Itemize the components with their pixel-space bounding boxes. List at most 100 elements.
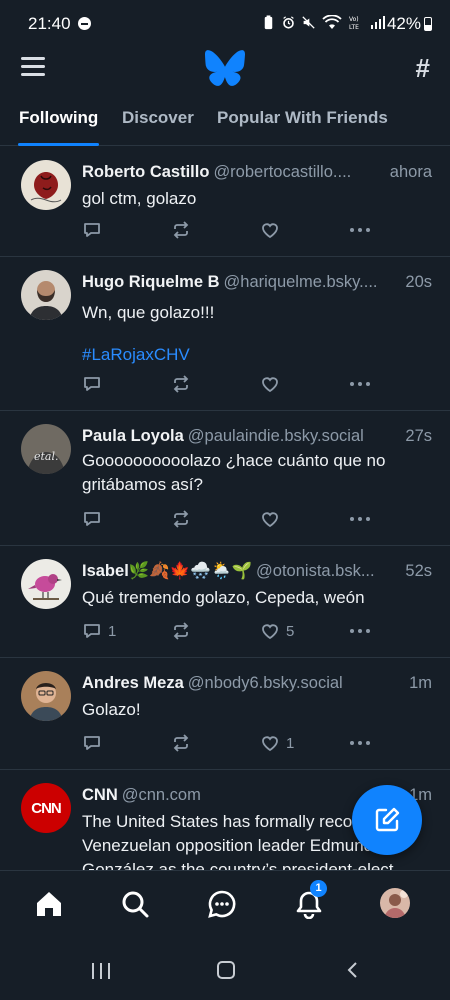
repost-button[interactable] [171,374,191,394]
reply-button[interactable] [82,733,102,753]
reply-count: 1 [108,622,117,640]
author-name[interactable]: Roberto Castillo [82,163,209,181]
cnn-logo-text: CNN [31,799,61,817]
hash-icon[interactable]: # [416,53,430,84]
post-actions [82,509,382,529]
like-count: 1 [286,734,295,752]
post-item[interactable]: Roberto Castillo @robertocastillo.... aho… [0,147,450,257]
author-handle[interactable]: @hariquelme.bsky.... [224,273,378,291]
like-count: 5 [286,622,295,640]
notification-badge: 1 [310,880,327,897]
home-button-icon[interactable] [217,961,235,979]
wifi-icon [322,15,342,29]
post-item[interactable]: Hugo Riquelme B @hariquelme.bsky.... 20s … [0,257,450,411]
post-header: Andres Meza @nbody6.bsky.social 1m [82,674,432,696]
author-name[interactable]: Hugo Riquelme B [82,273,220,291]
post-item[interactable]: Andres Meza @nbody6.bsky.social 1m Golazo… [0,658,450,770]
repost-button[interactable] [171,509,191,529]
app-screen: 21:40 Vo) LTE 42% # Following Discover Po… [0,0,450,1000]
reply-icon [84,377,100,391]
post-header: Paula Loyola @paulaindie.bsky.social 27s [82,427,432,449]
post-item[interactable]: etal. Paula Loyola @paulaindie.bsky.socia… [0,411,450,546]
battery-icon [424,17,432,31]
like-button[interactable]: 5 [260,621,294,641]
repost-icon [173,734,189,752]
author-handle[interactable]: @nbody6.bsky.social [188,674,343,692]
post-feed[interactable]: Roberto Castillo @robertocastillo.... aho… [0,147,450,870]
author-handle[interactable]: @paulaindie.bsky.social [188,427,364,445]
author-handle[interactable]: @cnn.com [122,786,201,804]
home-icon[interactable] [34,889,64,919]
more-options-button[interactable] [349,509,371,529]
compose-button[interactable] [352,785,422,855]
heart-icon [262,624,278,640]
post-text: gol ctm, golazo [82,189,197,208]
author-handle[interactable]: @robertocastillo.... [213,163,351,181]
reply-icon [84,736,100,750]
avatar[interactable]: etal. [21,424,71,474]
heart-icon [262,512,278,528]
avatar[interactable] [21,270,71,320]
author-name[interactable]: Paula Loyola [82,427,184,445]
reply-button[interactable] [82,220,102,240]
post-time: ahora [383,163,432,182]
hamburger-menu-icon[interactable] [21,57,45,77]
back-icon[interactable] [343,960,363,980]
tab-following[interactable]: Following [19,108,98,128]
reply-icon [84,624,100,638]
svg-text:Vo): Vo) [349,16,359,23]
post-header: Isabel🌿🍂🍁🌨️🌦️🌱 @otonista.bsk... 52s [82,562,432,584]
like-button[interactable]: 1 [260,733,294,753]
svg-text:etal.: etal. [34,450,59,463]
like-button[interactable] [260,374,280,394]
reply-button[interactable] [82,374,102,394]
post-actions: 1 5 [82,621,382,641]
battery-indicator: 42% [387,14,432,34]
avatar[interactable] [21,671,71,721]
feed-tabs: Following Discover Popular With Friends [0,104,450,146]
like-button[interactable] [260,220,280,240]
author-handle[interactable]: @otonista.bsk... [256,562,375,580]
more-options-button[interactable] [349,374,371,394]
reply-button[interactable] [82,509,102,529]
tab-discover[interactable]: Discover [122,108,194,128]
ellipsis-icon [350,228,370,232]
reply-button[interactable]: 1 [82,621,116,641]
avatar[interactable] [21,559,71,609]
post-text: Wn, que golazo!!! [82,303,215,322]
more-options-button[interactable] [349,733,371,753]
author-name[interactable]: Andres Meza [82,674,184,692]
post-item[interactable]: Isabel🌿🍂🍁🌨️🌦️🌱 @otonista.bsk... 52s Qué t… [0,546,450,658]
post-text: Qué tremendo golazo, Cepeda, weón [82,588,365,607]
post-actions [82,374,382,394]
repost-icon [173,375,189,393]
avatar[interactable]: CNN [21,783,71,833]
avatar[interactable] [21,160,71,210]
post-time: 20s [399,273,432,292]
heart-icon [262,377,278,393]
repost-button[interactable] [171,733,191,753]
search-icon[interactable] [120,889,150,919]
chat-icon[interactable] [207,889,237,919]
post-actions [82,220,382,240]
repost-button[interactable] [171,220,191,240]
tab-popular-with-friends[interactable]: Popular With Friends [217,108,388,128]
recent-apps-icon[interactable] [92,963,110,979]
post-header: Hugo Riquelme B @hariquelme.bsky.... 20s [82,273,432,295]
post-text: Golazo! [82,700,141,719]
status-time: 21:40 [28,14,71,33]
ellipsis-icon [350,629,370,633]
repost-button[interactable] [171,621,191,641]
post-time: 1m [403,674,432,693]
signal-icon [371,16,385,29]
more-options-button[interactable] [349,220,371,240]
volte-icon: Vo)LTE [349,16,359,30]
like-button[interactable] [260,509,280,529]
profile-avatar[interactable] [380,888,410,918]
post-hashtag-link[interactable]: #LaRojaxCHV [82,343,432,367]
status-icons: Vo) LTE [262,15,386,30]
author-name[interactable]: CNN [82,786,118,804]
bluesky-butterfly-logo[interactable] [205,50,245,86]
more-options-button[interactable] [349,621,371,641]
author-name[interactable]: Isabel🌿🍂🍁🌨️🌦️🌱 [82,562,252,580]
